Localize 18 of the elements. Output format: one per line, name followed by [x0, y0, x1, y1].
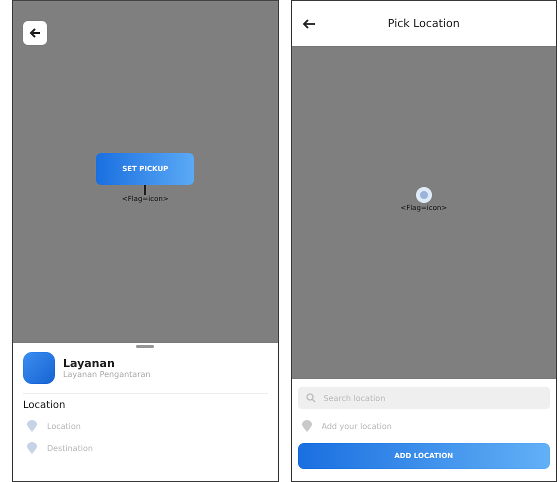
search-icon [306, 393, 316, 403]
location-field[interactable]: Destination [45, 442, 199, 454]
location-field[interactable]: Location [45, 420, 199, 432]
sheet-handle[interactable] [136, 345, 154, 348]
pin-icon [27, 420, 37, 432]
back-arrow-icon[interactable] [302, 18, 316, 30]
pin-icon [27, 442, 37, 454]
service-title: Layanan [63, 357, 116, 370]
marker-stem-icon [143, 185, 148, 195]
pin-icon [302, 420, 312, 432]
add-location-field[interactable]: Add your location [320, 420, 474, 432]
location-heading: Location [23, 400, 66, 411]
back-button[interactable] [23, 21, 47, 45]
back-arrow-icon [29, 27, 41, 39]
service-subtitle: Layanan Pengantaran [63, 370, 150, 379]
location-pin-icon [414, 186, 433, 204]
screen-title: Pick Location [386, 17, 461, 30]
service-icon [23, 352, 55, 384]
